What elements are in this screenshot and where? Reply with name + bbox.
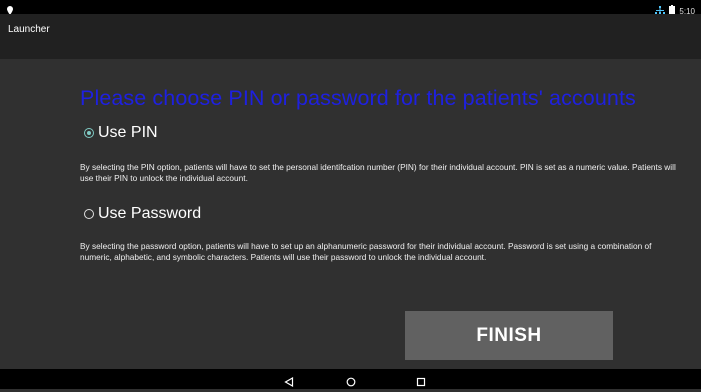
use-password-radio[interactable]: Use Password [84, 205, 201, 223]
action-bar [0, 14, 701, 59]
finish-button[interactable]: FINISH [405, 311, 613, 360]
use-pin-label[interactable]: Use PIN [98, 124, 158, 142]
use-pin-radio[interactable]: Use PIN [84, 124, 158, 142]
pin-description: By selecting the PIN option, patients wi… [80, 162, 676, 183]
radio-checked-icon[interactable] [84, 128, 94, 138]
password-description: By selecting the password option, patien… [80, 241, 652, 262]
page-heading: Please choose PIN or password for the pa… [80, 86, 636, 110]
recents-icon[interactable] [416, 374, 426, 392]
status-bar: 5:10 [0, 0, 701, 16]
app-title: Launcher [8, 24, 50, 35]
back-icon[interactable] [284, 374, 294, 392]
use-password-label[interactable]: Use Password [98, 205, 201, 223]
home-icon[interactable] [346, 374, 356, 392]
navigation-bar [0, 369, 701, 389]
radio-unchecked-icon[interactable] [84, 209, 94, 219]
